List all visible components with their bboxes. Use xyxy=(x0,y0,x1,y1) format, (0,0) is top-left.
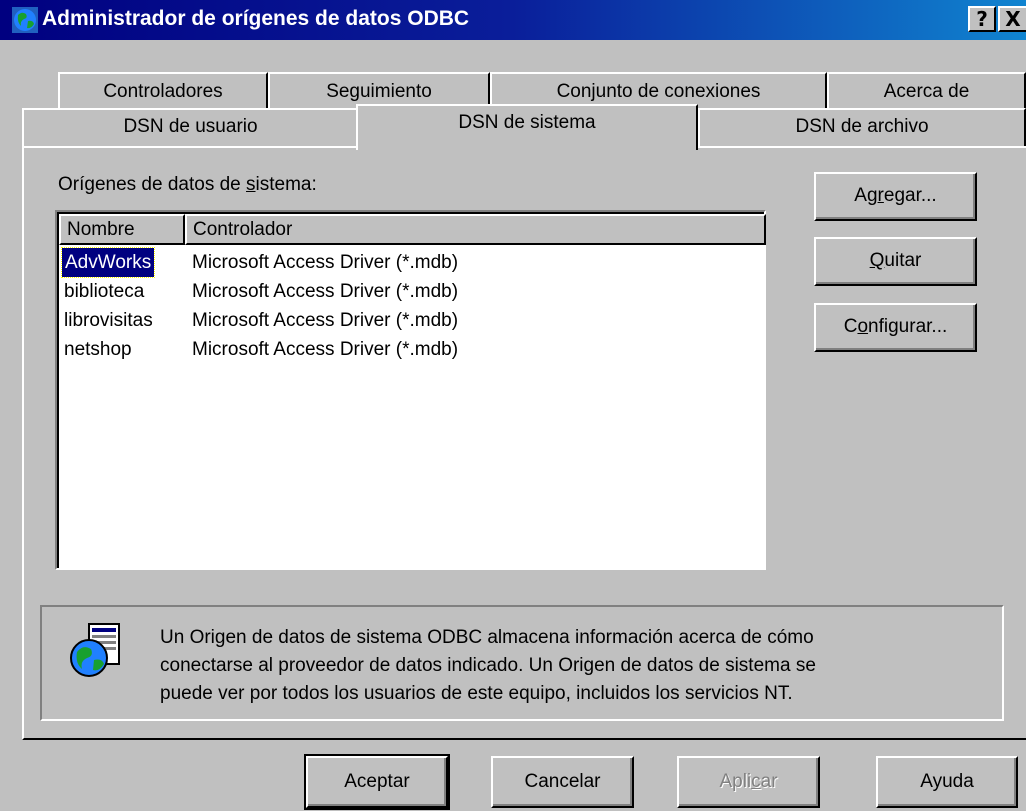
tab-controladores[interactable]: Controladores xyxy=(58,72,268,110)
info-box: Un Origen de datos de sistema ODBC almac… xyxy=(40,605,1004,721)
tab-acerca-de[interactable]: Acerca de xyxy=(827,72,1026,110)
add-button[interactable]: Agregar... xyxy=(814,172,977,221)
help-button[interactable]: ? xyxy=(968,6,996,32)
title-bar[interactable]: Administrador de orígenes de datos ODBC … xyxy=(0,0,1026,40)
tab-dsn-de-sistema[interactable]: DSN de sistema xyxy=(356,104,698,150)
dsn-name: librovisitas xyxy=(64,310,153,331)
dsn-name: netshop xyxy=(64,339,132,360)
list-item[interactable]: AdvWorks Microsoft Access Driver (*.mdb) xyxy=(59,247,759,278)
list-item[interactable]: librovisitas Microsoft Access Driver (*.… xyxy=(59,306,759,335)
dsn-driver: Microsoft Access Driver (*.mdb) xyxy=(192,310,459,331)
dsn-name: biblioteca xyxy=(64,281,145,302)
help-footer-button[interactable]: Ayuda xyxy=(876,756,1018,808)
ok-button[interactable]: Aceptar xyxy=(304,754,450,810)
dsn-driver: Microsoft Access Driver (*.mdb) xyxy=(192,252,459,273)
section-label: Orígenes de datos de sistema: xyxy=(58,174,317,195)
close-button[interactable]: X xyxy=(998,6,1026,32)
dsn-name: AdvWorks xyxy=(60,247,156,278)
tab-dsn-de-usuario[interactable]: DSN de usuario xyxy=(22,108,359,146)
remove-button[interactable]: Quitar xyxy=(814,237,977,286)
list-item[interactable]: biblioteca Microsoft Access Driver (*.md… xyxy=(59,277,759,306)
window-title: Administrador de orígenes de datos ODBC xyxy=(42,7,470,30)
dsn-driver: Microsoft Access Driver (*.mdb) xyxy=(192,281,459,302)
apply-button[interactable]: Aplicar xyxy=(677,756,820,808)
info-text: Un Origen de datos de sistema ODBC almac… xyxy=(160,627,816,704)
cancel-button[interactable]: Cancelar xyxy=(491,756,634,808)
dsn-list[interactable]: Nombre Controlador AdvWorks Microsoft Ac… xyxy=(55,210,766,570)
odbc-globe-icon xyxy=(12,7,38,33)
column-header-controlador[interactable]: Controlador xyxy=(185,214,766,245)
column-header-nombre[interactable]: Nombre xyxy=(59,214,185,245)
tab-dsn-de-archivo[interactable]: DSN de archivo xyxy=(698,108,1026,146)
dsn-driver: Microsoft Access Driver (*.mdb) xyxy=(192,339,459,360)
database-globe-icon xyxy=(70,623,120,677)
list-item[interactable]: netshop Microsoft Access Driver (*.mdb) xyxy=(59,335,759,364)
configure-button[interactable]: Configurar... xyxy=(814,303,977,352)
